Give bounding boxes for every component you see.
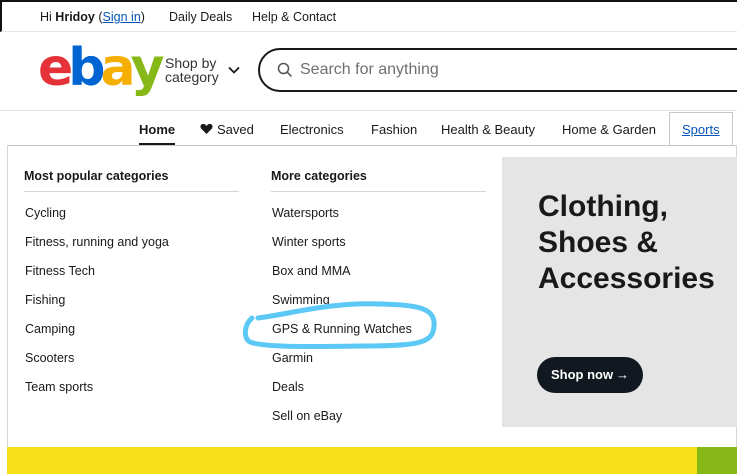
logo-letter-b: b: [68, 38, 105, 98]
nav-sports[interactable]: Sports: [682, 122, 720, 137]
top-utility-bar: Hi Hridoy (Sign in) Daily Deals Help & C…: [0, 0, 737, 32]
nav-home[interactable]: Home: [139, 122, 175, 137]
category-link[interactable]: Deals: [272, 380, 304, 394]
greeting: Hi Hridoy (Sign in): [40, 10, 145, 24]
heart-icon: [200, 123, 213, 134]
close-paren: ): [140, 10, 145, 24]
bottom-banner: [7, 447, 697, 474]
user-name: Hridoy: [55, 10, 95, 24]
promo-line-1: Clothing,: [538, 190, 668, 223]
search-box[interactable]: [258, 48, 737, 92]
search-icon: [277, 62, 293, 78]
promo-line-3: Accessories: [538, 262, 715, 295]
help-contact-link[interactable]: Help & Contact: [252, 10, 336, 24]
gps-running-watches-link[interactable]: GPS & Running Watches: [272, 322, 412, 336]
category-link[interactable]: Watersports: [272, 206, 339, 220]
logo-letter-y: y: [130, 38, 165, 98]
category-link[interactable]: Winter sports: [272, 235, 346, 249]
shop-now-label: Shop now: [551, 367, 614, 382]
greeting-prefix: Hi: [40, 10, 52, 24]
logo-letter-e: e: [38, 38, 73, 98]
search-input[interactable]: [300, 59, 720, 81]
header-divider: [0, 110, 737, 111]
nav-health-beauty[interactable]: Health & Beauty: [441, 122, 535, 137]
category-link[interactable]: Team sports: [25, 380, 93, 394]
category-link[interactable]: Garmin: [272, 351, 313, 365]
promo-line-2: Shoes &: [538, 226, 659, 259]
popular-divider: [24, 191, 239, 192]
category-link[interactable]: Camping: [25, 322, 75, 336]
sell-on-ebay-link[interactable]: Sell on eBay: [272, 409, 342, 423]
category-link[interactable]: Cycling: [25, 206, 66, 220]
category-link[interactable]: Scooters: [25, 351, 74, 365]
logo-letter-a: a: [100, 38, 136, 98]
daily-deals-link[interactable]: Daily Deals: [169, 10, 232, 24]
bottom-banner-accent: [697, 447, 737, 474]
nav-home-garden[interactable]: Home & Garden: [562, 122, 656, 137]
category-link[interactable]: Fishing: [25, 293, 65, 307]
nav-electronics[interactable]: Electronics: [280, 122, 344, 137]
chevron-down-icon[interactable]: [228, 64, 240, 76]
nav-fashion[interactable]: Fashion: [371, 122, 417, 137]
category-link[interactable]: Fitness Tech: [25, 264, 95, 278]
more-categories-heading: More categories: [271, 169, 367, 183]
category-link[interactable]: Fitness, running and yoga: [25, 235, 169, 249]
shop-by-line1: Shop by: [165, 55, 217, 71]
promo-headline: Clothing, Shoes & Accessories: [538, 189, 737, 297]
shop-now-button[interactable]: Shop now →: [537, 357, 643, 393]
ebay-logo[interactable]: ebay: [38, 38, 165, 98]
category-link[interactable]: Box and MMA: [272, 264, 351, 278]
shop-by-category-button[interactable]: Shop by category: [165, 56, 219, 84]
sign-in-link[interactable]: Sign in: [103, 10, 141, 24]
shop-by-line2: category: [165, 69, 219, 85]
category-link[interactable]: Swimming: [272, 293, 330, 307]
popular-categories-heading: Most popular categories: [24, 169, 169, 183]
more-divider: [271, 191, 486, 192]
arrow-right-icon: →: [616, 367, 629, 382]
promo-card: Clothing, Shoes & Accessories Shop now →: [502, 157, 737, 427]
nav-saved[interactable]: Saved: [217, 122, 254, 137]
